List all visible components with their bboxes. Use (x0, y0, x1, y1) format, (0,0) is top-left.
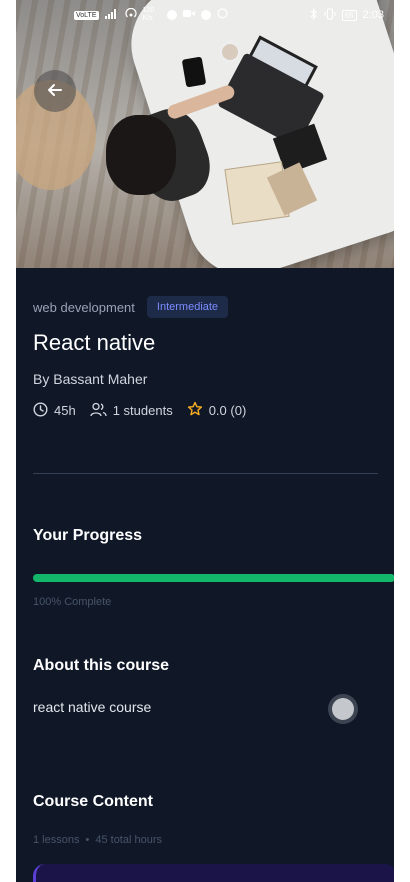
about-heading: About this course (33, 657, 170, 674)
status-icons-right: 65 2:03 (310, 7, 384, 23)
clock: 2:03 (362, 9, 384, 21)
star-icon (187, 401, 203, 420)
app-screen: VoLTE 120 K/s 65 2:03 web development In… (16, 0, 394, 882)
status-icons-left: VoLTE 120 K/s (74, 7, 228, 23)
students-stat: 1 students (90, 402, 173, 420)
level-badge: Intermediate (146, 296, 229, 318)
lesson-card[interactable] (33, 864, 394, 882)
duration-stat: 45h (33, 401, 76, 420)
students-value: 1 students (112, 403, 173, 418)
cup-shape (220, 42, 240, 62)
course-category: web development (33, 299, 135, 315)
course-title: React native (33, 330, 156, 355)
content-heading: Course Content (33, 793, 153, 810)
course-author: By Bassant Maher (33, 371, 148, 387)
course-stats: 45h 1 students 0.0 (0) (33, 401, 246, 420)
touch-indicator (332, 698, 354, 720)
whatsapp-icon (216, 8, 228, 22)
total-hours: 45 total hours (95, 834, 162, 846)
back-button[interactable] (34, 70, 76, 112)
duration-value: 45h (54, 403, 76, 418)
video-icon (182, 9, 195, 21)
section-divider (33, 473, 378, 474)
status-bar: VoLTE 120 K/s 65 2:03 (16, 0, 394, 30)
lessons-count: 1 lessons (33, 834, 80, 846)
app-icon (200, 10, 211, 20)
users-icon (90, 402, 107, 420)
network-badge: VoLTE (74, 10, 99, 20)
vibrate-icon (324, 7, 336, 23)
rating-stat: 0.0 (0) (187, 401, 247, 420)
clock-icon (33, 401, 48, 420)
signal-icon (104, 8, 119, 22)
content-summary: 1 lessons • 45 total hours (33, 834, 162, 846)
app-icon (166, 10, 177, 20)
hotspot-icon (124, 7, 137, 23)
person-hair-shape (106, 115, 176, 195)
progress-label: 100% Complete (33, 596, 112, 608)
about-text: react native course (33, 699, 152, 715)
rating-value: 0.0 (0) (208, 403, 247, 418)
progress-heading: Your Progress (33, 527, 143, 544)
battery-icon: 65 (341, 9, 357, 21)
bluetooth-icon (310, 7, 318, 23)
course-meta: web development Intermediate (33, 296, 229, 318)
speed-indicator: 120 K/s (142, 7, 155, 22)
arrow-left-icon (46, 81, 64, 102)
battery-level: 65 (341, 9, 357, 21)
progress-fill (33, 574, 394, 582)
meta-separator: • (85, 834, 90, 846)
progress-bar (33, 574, 394, 582)
course-cover-image: VoLTE 120 K/s 65 2:03 (16, 0, 394, 268)
